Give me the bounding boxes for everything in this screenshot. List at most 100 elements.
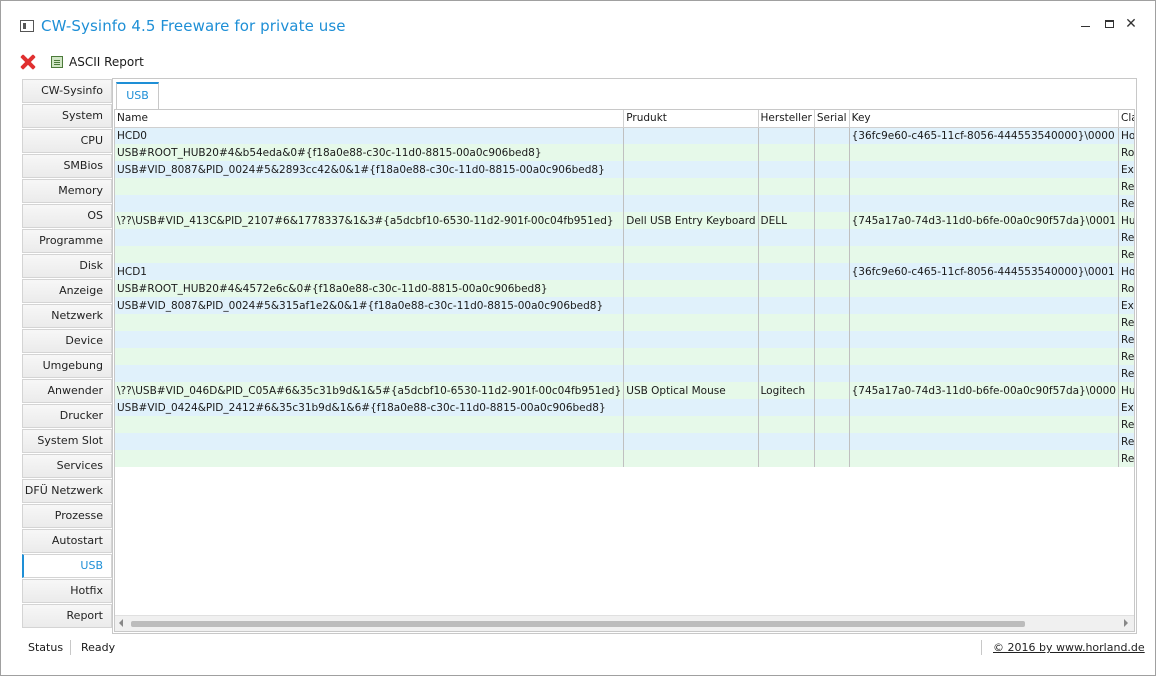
- table-row[interactable]: Reserved2: [115, 246, 1134, 263]
- table-cell: [814, 382, 850, 399]
- tab-usb[interactable]: USB: [116, 82, 159, 109]
- table-row[interactable]: USB#ROOT_HUB20#4&b54eda&0#{f18a0e88-c30c…: [115, 144, 1134, 161]
- table-cell: [814, 178, 850, 195]
- sidebar-item-df-netzwerk[interactable]: DFÜ Netzwerk: [22, 479, 112, 503]
- sidebar-item-usb[interactable]: USB: [22, 554, 112, 578]
- table-cell: [623, 178, 759, 195]
- table-row[interactable]: Reserved4: [115, 229, 1134, 246]
- table-cell: Host Controller: [1118, 127, 1134, 144]
- sidebar-item-netzwerk[interactable]: Netzwerk: [22, 304, 112, 328]
- table-row[interactable]: Reserved4: [115, 365, 1134, 382]
- table-cell: [849, 246, 1120, 263]
- table-row[interactable]: \??\USB#VID_413C&PID_2107#6&1778337&1&3#…: [115, 212, 1134, 229]
- table-cell: External Hub: [1118, 297, 1134, 314]
- column-header-hersteller[interactable]: Hersteller: [758, 110, 815, 128]
- column-header-prudukt[interactable]: Prudukt: [623, 110, 759, 128]
- table-cell: [814, 314, 850, 331]
- sidebar-item-cw-sysinfo[interactable]: CW-Sysinfo: [22, 79, 112, 103]
- table-cell: [623, 365, 759, 382]
- sidebar-item-system-slot[interactable]: System Slot: [22, 429, 112, 453]
- table-row[interactable]: Reserved2: [115, 195, 1134, 212]
- column-header-class[interactable]: Class: [1118, 110, 1134, 128]
- table-cell: [814, 365, 850, 382]
- table-cell: [849, 331, 1120, 348]
- ascii-report-label: ASCII Report: [69, 55, 144, 69]
- table-cell: Human interface: [1118, 382, 1134, 399]
- sidebar-item-smbios[interactable]: SMBios: [22, 154, 112, 178]
- table-cell: Reserved: [1118, 246, 1134, 263]
- sidebar-item-hotfix[interactable]: Hotfix: [22, 579, 112, 603]
- sidebar-item-cpu[interactable]: CPU: [22, 129, 112, 153]
- sidebar-item-anwender[interactable]: Anwender: [22, 379, 112, 403]
- table-cell: [758, 314, 815, 331]
- table-row[interactable]: HCD1 {36fc9e60-c465-11cf-8056-44455354000…: [115, 263, 1134, 280]
- sidebar-item-os[interactable]: OS: [22, 204, 112, 228]
- sidebar-item-disk[interactable]: Disk: [22, 254, 112, 278]
- table-cell: [849, 144, 1120, 161]
- ascii-report-button[interactable]: ASCII Report: [51, 55, 144, 69]
- sidebar-item-prozesse[interactable]: Prozesse: [22, 504, 112, 528]
- table-row[interactable]: \??\USB#VID_046D&PID_C05A#6&35c31b9d&1&5…: [115, 382, 1134, 399]
- table-row[interactable]: Reserved2: [115, 450, 1134, 467]
- table-cell: [814, 263, 850, 280]
- scroll-right-icon[interactable]: [1124, 619, 1128, 627]
- sidebar-item-device[interactable]: Device: [22, 329, 112, 353]
- sidebar-item-autostart[interactable]: Autostart: [22, 529, 112, 553]
- horizontal-scrollbar[interactable]: [115, 615, 1134, 631]
- sidebar-item-services[interactable]: Services: [22, 454, 112, 478]
- table-row[interactable]: Reserved1: [115, 314, 1134, 331]
- table-row[interactable]: Reserved1: [115, 416, 1134, 433]
- table-cell: {745a17a0-74d3-11d0-b6fe-00a0c90f57da}\0…: [849, 212, 1120, 229]
- sidebar-item-report[interactable]: Report: [22, 604, 112, 628]
- table-cell: [623, 280, 759, 297]
- table-row[interactable]: Reserved2: [115, 433, 1134, 450]
- column-header-serial[interactable]: Serial: [814, 110, 850, 128]
- sidebar-item-anzeige[interactable]: Anzeige: [22, 279, 112, 303]
- maximize-button[interactable]: [1100, 15, 1118, 33]
- column-header-key[interactable]: Key: [849, 110, 1120, 128]
- sidebar-item-programme[interactable]: Programme: [22, 229, 112, 253]
- table-cell: [115, 246, 625, 263]
- table-row[interactable]: USB#VID_8087&PID_0024#5&2893cc42&0&1#{f1…: [115, 161, 1134, 178]
- table-cell: [758, 450, 815, 467]
- sidebar-item-umgebung[interactable]: Umgebung: [22, 354, 112, 378]
- main-panel: USB NamePruduktHerstellerSerialKeyClassP…: [112, 78, 1137, 634]
- table-row[interactable]: USB#ROOT_HUB20#4&4572e6c&0#{f18a0e88-c30…: [115, 280, 1134, 297]
- table-row[interactable]: HCD0 {36fc9e60-c465-11cf-8056-44455354000…: [115, 127, 1134, 144]
- table-cell: Reserved: [1118, 365, 1134, 382]
- table-cell: Host Controller: [1118, 263, 1134, 280]
- copyright-link[interactable]: © 2016 by www.horland.de: [993, 641, 1145, 654]
- close-icon[interactable]: [19, 53, 37, 71]
- table-cell: External Hub: [1118, 161, 1134, 178]
- sidebar-item-system[interactable]: System: [22, 104, 112, 128]
- table-cell: [758, 263, 815, 280]
- table-cell: [849, 161, 1120, 178]
- scrollbar-thumb[interactable]: [131, 621, 1025, 627]
- sidebar-item-drucker[interactable]: Drucker: [22, 404, 112, 428]
- table-row[interactable]: Reserved1: [115, 178, 1134, 195]
- table-cell: [849, 450, 1120, 467]
- table-row[interactable]: USB#VID_8087&PID_0024#5&315af1e2&0&1#{f1…: [115, 297, 1134, 314]
- minimize-button[interactable]: [1076, 15, 1094, 33]
- sidebar-item-memory[interactable]: Memory: [22, 179, 112, 203]
- table-row[interactable]: USB#VID_0424&PID_2412#6&35c31b9d&1&6#{f1…: [115, 399, 1134, 416]
- table-cell: USB#ROOT_HUB20#4&4572e6c&0#{f18a0e88-c30…: [115, 280, 625, 297]
- table-cell: [115, 178, 625, 195]
- table-cell: Root Hub: [1118, 280, 1134, 297]
- table-cell: [758, 280, 815, 297]
- close-window-button[interactable]: ✕: [1122, 15, 1140, 33]
- scroll-left-icon[interactable]: [119, 619, 123, 627]
- window-title: CW-Sysinfo 4.5 Freeware for private use: [41, 17, 346, 35]
- table-cell: {36fc9e60-c465-11cf-8056-444553540000}\0…: [849, 263, 1120, 280]
- table-cell: [758, 127, 815, 144]
- app-icon: [20, 20, 34, 32]
- table-cell: \??\USB#VID_413C&PID_2107#6&1778337&1&3#…: [115, 212, 625, 229]
- table-cell: [115, 365, 625, 382]
- table-row[interactable]: Reserved3: [115, 348, 1134, 365]
- table-cell: [623, 263, 759, 280]
- table-cell: Reserved: [1118, 433, 1134, 450]
- minimize-icon: [1080, 25, 1090, 27]
- table-row[interactable]: Reserved2: [115, 331, 1134, 348]
- column-header-name[interactable]: Name: [115, 110, 625, 128]
- table-cell: USB#VID_8087&PID_0024#5&2893cc42&0&1#{f1…: [115, 161, 625, 178]
